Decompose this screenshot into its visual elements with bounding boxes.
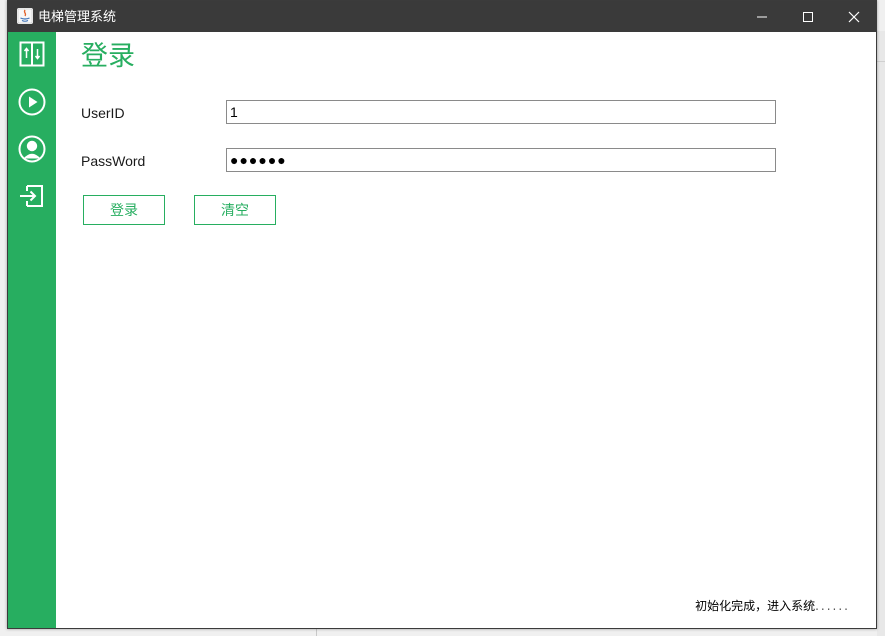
close-button[interactable] bbox=[831, 1, 877, 32]
status-text: 初始化完成，进入系统 bbox=[695, 599, 816, 613]
page-title: 登录 bbox=[81, 41, 135, 72]
play-circle-icon bbox=[18, 88, 46, 116]
password-input[interactable] bbox=[226, 148, 776, 172]
status-dots: ...... bbox=[815, 599, 850, 613]
java-app-icon bbox=[17, 8, 33, 24]
background-divider-bottom bbox=[316, 628, 317, 636]
password-label: PassWord bbox=[81, 153, 146, 169]
sidebar-item-run[interactable] bbox=[18, 88, 46, 116]
sidebar-item-elevator[interactable] bbox=[18, 40, 46, 68]
minimize-icon bbox=[757, 16, 767, 17]
elevator-icon bbox=[19, 41, 45, 67]
sidebar-item-login[interactable] bbox=[18, 182, 46, 210]
userid-label: UserID bbox=[81, 105, 125, 121]
sidebar bbox=[8, 32, 56, 628]
user-circle-icon bbox=[18, 135, 46, 163]
maximize-icon bbox=[803, 11, 813, 22]
window-title: 电梯管理系统 bbox=[38, 9, 117, 24]
main-content: 登录 UserID PassWord 登录 清空 初始化完成，进入系统.....… bbox=[56, 32, 876, 628]
background-divider bbox=[877, 61, 885, 62]
login-icon bbox=[20, 185, 43, 207]
title-bar[interactable]: 电梯管理系统 bbox=[8, 1, 876, 32]
app-window: 电梯管理系统 登录 UserID 1 PassWord ●●●●●● 登录 清空… bbox=[7, 0, 877, 629]
maximize-button[interactable] bbox=[785, 1, 831, 32]
clear-button[interactable]: 清空 bbox=[194, 195, 276, 225]
userid-input[interactable] bbox=[226, 100, 776, 124]
minimize-button[interactable] bbox=[739, 1, 785, 32]
status-bar: 初始化完成，进入系统...... bbox=[695, 599, 850, 613]
sidebar-item-user[interactable] bbox=[18, 135, 46, 163]
background-strip bbox=[877, 31, 885, 636]
login-button[interactable]: 登录 bbox=[83, 195, 165, 225]
close-icon bbox=[848, 11, 860, 22]
